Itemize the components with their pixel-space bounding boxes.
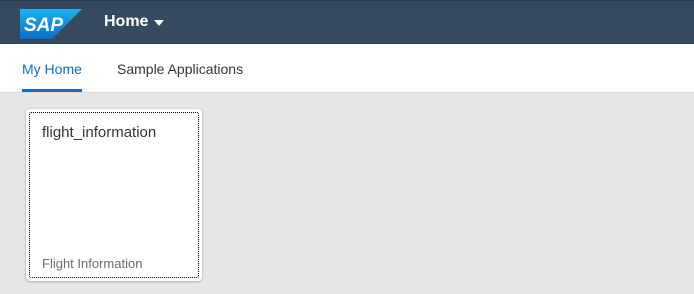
- home-menu-button[interactable]: Home: [104, 13, 165, 31]
- sap-logo-text: SAP: [24, 15, 63, 36]
- sap-logo[interactable]: SAP: [20, 9, 82, 39]
- main-content: flight_information Flight Information: [0, 93, 694, 294]
- shell-header: SAP Home: [0, 0, 694, 44]
- tab-sample-applications[interactable]: Sample Applications: [117, 44, 243, 92]
- tile-title: flight_information: [42, 124, 157, 141]
- chevron-down-icon: [154, 20, 165, 26]
- tab-my-home[interactable]: My Home: [22, 44, 82, 92]
- tab-bar: My Home Sample Applications: [0, 44, 694, 93]
- flight-information-tile[interactable]: flight_information Flight Information: [26, 109, 202, 281]
- tile-subtitle: Flight Information: [42, 256, 143, 271]
- home-menu-label: Home: [104, 13, 149, 30]
